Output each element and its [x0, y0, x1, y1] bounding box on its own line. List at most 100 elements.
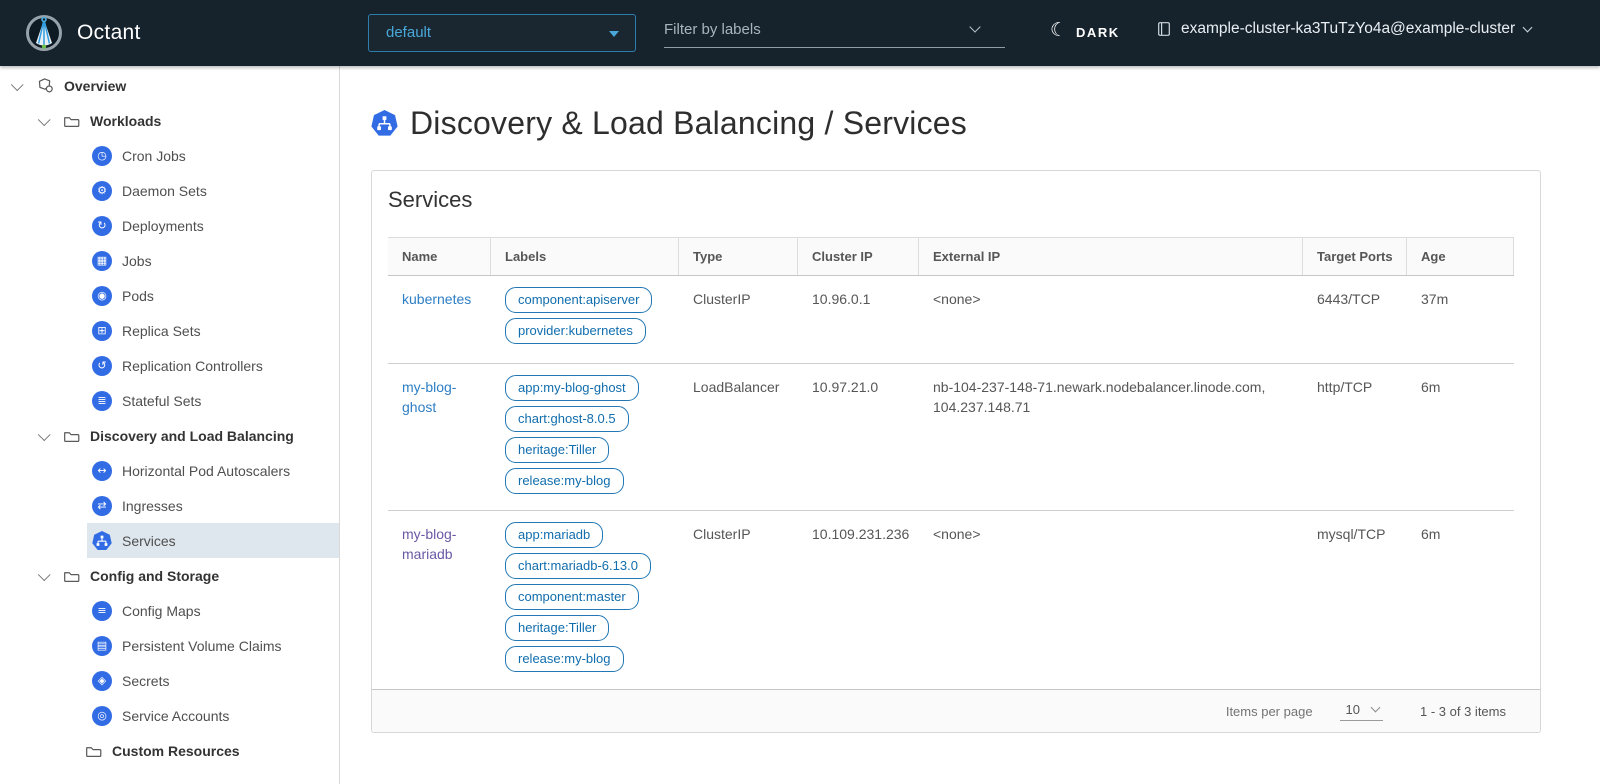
column-header-age: Age: [1407, 238, 1514, 275]
pods-icon: ◉: [92, 286, 112, 306]
sidebar-item-custom-resources[interactable]: Custom Resources: [0, 733, 339, 768]
items-per-page-select[interactable]: 10: [1340, 702, 1383, 721]
context-chevron-down-icon: [1523, 23, 1533, 33]
sidebar-item-label: Config Maps: [122, 603, 201, 619]
namespace-caret-icon: [609, 31, 619, 37]
label-pill[interactable]: chart:ghost-8.0.5: [505, 406, 629, 432]
sidebar-item-replication-controllers[interactable]: ↺Replication Controllers: [0, 348, 339, 383]
deployments-icon: ↻: [92, 216, 112, 236]
sidebar-item-label: Overview: [64, 78, 126, 94]
sidebar-item-overview[interactable]: Overview: [0, 68, 339, 103]
label-pill-stack: app:my-blog-ghost chart:ghost-8.0.5 herita…: [505, 375, 665, 494]
label-pill[interactable]: component:apiserver: [505, 287, 652, 313]
sidebar-item-stateful-sets[interactable]: ≣Stateful Sets: [0, 383, 339, 418]
column-header-type: Type: [679, 238, 798, 275]
sidebar-item-config-maps[interactable]: ≡ Config Maps: [0, 593, 339, 628]
sidebar-item-cron-jobs[interactable]: ◷ Cron Jobs: [0, 138, 339, 173]
cell-labels: component:apiserver provider:kubernetes: [491, 276, 679, 363]
filter-chevron-down-icon[interactable]: [969, 21, 980, 32]
tree-chevron-down-icon[interactable]: [11, 78, 24, 91]
sidebar-item-label: Custom Resources: [112, 743, 240, 759]
label-filter-input[interactable]: [664, 14, 964, 44]
app-header: Octant default ☾ DARK example-cluster-ka…: [0, 0, 1600, 66]
cluster-context-menu[interactable]: example-cluster-ka3TuTzYo4a@example-clus…: [1156, 20, 1531, 38]
sidebar-item-deployments[interactable]: ↻ Deployments: [0, 208, 339, 243]
label-pill[interactable]: component:master: [505, 584, 639, 610]
sidebar-item-jobs[interactable]: ▦Jobs: [0, 243, 339, 278]
moon-icon: ☾: [1050, 19, 1067, 43]
service-name-link[interactable]: my-blog-ghost: [402, 379, 456, 415]
sidebar-item-config-and-storage[interactable]: Config and Storage: [0, 558, 339, 593]
sidebar-item-label: Ingresses: [122, 498, 183, 514]
sidebar-item-services[interactable]: Services: [0, 523, 339, 558]
sidebar-item-label: Replica Sets: [122, 323, 201, 339]
sidebar-item-label: Deployments: [122, 218, 204, 234]
label-pill[interactable]: chart:mariadb-6.13.0: [505, 553, 651, 579]
sidebar-item-discovery-and-load-balancing[interactable]: Discovery and Load Balancing: [0, 418, 339, 453]
cell-age: 6m: [1407, 364, 1514, 510]
objects-icon: [37, 77, 54, 94]
tree-chevron-down-icon[interactable]: [38, 568, 51, 581]
table-pagination: Items per page 10 1 - 3 of 3 items: [372, 689, 1540, 732]
sidebar-item-workloads[interactable]: Workloads: [0, 103, 339, 138]
label-pill[interactable]: provider:kubernetes: [505, 318, 646, 344]
cell-target-ports: http/TCP: [1303, 364, 1407, 510]
label-pill[interactable]: app:mariadb: [505, 522, 603, 548]
octant-logo-icon: [24, 13, 64, 53]
service-name-link[interactable]: my-blog-mariadb: [402, 526, 456, 562]
label-pill[interactable]: heritage:Tiller: [505, 615, 609, 641]
cell-age: 6m: [1407, 511, 1514, 689]
services-icon: [92, 531, 112, 551]
card-title: Services: [388, 185, 1540, 215]
config-maps-icon: ≡: [92, 601, 112, 621]
cell-target-ports: mysql/TCP: [1303, 511, 1407, 689]
cell-cluster-ip: 10.96.0.1: [798, 276, 919, 363]
sidebar-item-secrets[interactable]: ◈Secrets: [0, 663, 339, 698]
sidebar-item-horizontal-pod-autoscalers[interactable]: ↔Horizontal Pod Autoscalers: [0, 453, 339, 488]
sidebar-item-ingresses[interactable]: ⇄Ingresses: [0, 488, 339, 523]
sidebar-item-label: Cron Jobs: [122, 148, 186, 164]
folder-icon: [63, 569, 80, 583]
daemon-sets-icon: ⚙: [92, 181, 112, 201]
sidebar-item-label: Persistent Volume Claims: [122, 638, 282, 654]
cell-name: kubernetes: [388, 276, 491, 363]
tree-chevron-down-icon[interactable]: [38, 113, 51, 126]
label-pill[interactable]: app:my-blog-ghost: [505, 375, 639, 401]
tree-chevron-down-icon[interactable]: [38, 428, 51, 441]
cell-type: LoadBalancer: [679, 364, 798, 510]
sidebar-item-persistent-volume-claims[interactable]: ▤ Persistent Volume Claims: [0, 628, 339, 663]
cell-cluster-ip: 10.109.231.236: [798, 511, 919, 689]
persistent-volume-claims-icon: ▤: [92, 636, 112, 656]
dark-theme-toggle[interactable]: ☾ DARK: [1050, 20, 1120, 44]
cron-jobs-icon: ◷: [92, 146, 112, 166]
cluster-context-label: example-cluster-ka3TuTzYo4a@example-clus…: [1181, 20, 1515, 38]
sidebar-item-label: Horizontal Pod Autoscalers: [122, 463, 290, 479]
label-pill[interactable]: release:my-blog: [505, 646, 624, 672]
table-header-row: NameLabelsTypeCluster IPExternal IPTarge…: [388, 237, 1514, 276]
pagination-range-label: 1 - 3 of 3 items: [1420, 704, 1506, 719]
sidebar-item-label: Workloads: [90, 113, 161, 129]
cell-age: 37m: [1407, 276, 1514, 363]
cluster-icon: [1156, 21, 1172, 37]
dark-theme-label: DARK: [1076, 25, 1120, 40]
sidebar-item-label: Secrets: [122, 673, 169, 689]
column-header-name: Name: [388, 238, 491, 275]
items-per-page-value: 10: [1346, 702, 1360, 717]
service-name-link[interactable]: kubernetes: [402, 291, 471, 307]
sidebar-item-label: Services: [122, 533, 176, 549]
label-pill[interactable]: heritage:Tiller: [505, 437, 609, 463]
sidebar-item-replica-sets[interactable]: ⊞Replica Sets: [0, 313, 339, 348]
sidebar-item-label: Service Accounts: [122, 708, 229, 724]
sidebar-item-pods[interactable]: ◉Pods: [0, 278, 339, 313]
cell-labels: app:my-blog-ghost chart:ghost-8.0.5 herita…: [491, 364, 679, 510]
folder-icon: [63, 114, 80, 128]
namespace-select[interactable]: default: [368, 14, 636, 52]
service-accounts-icon: ◎: [92, 706, 112, 726]
cell-external-ip: nb-104-237-148-71.newark.nodebalancer.li…: [919, 364, 1303, 510]
table-row-my-blog-mariadb: my-blog-mariadb app:mariadb chart:mariadb-…: [388, 511, 1514, 689]
cell-target-ports: 6443/TCP: [1303, 276, 1407, 363]
label-pill[interactable]: release:my-blog: [505, 468, 624, 494]
sidebar-item-daemon-sets[interactable]: ⚙Daemon Sets: [0, 173, 339, 208]
folder-icon: [63, 429, 80, 443]
sidebar-item-service-accounts[interactable]: ◎ Service Accounts: [0, 698, 339, 733]
